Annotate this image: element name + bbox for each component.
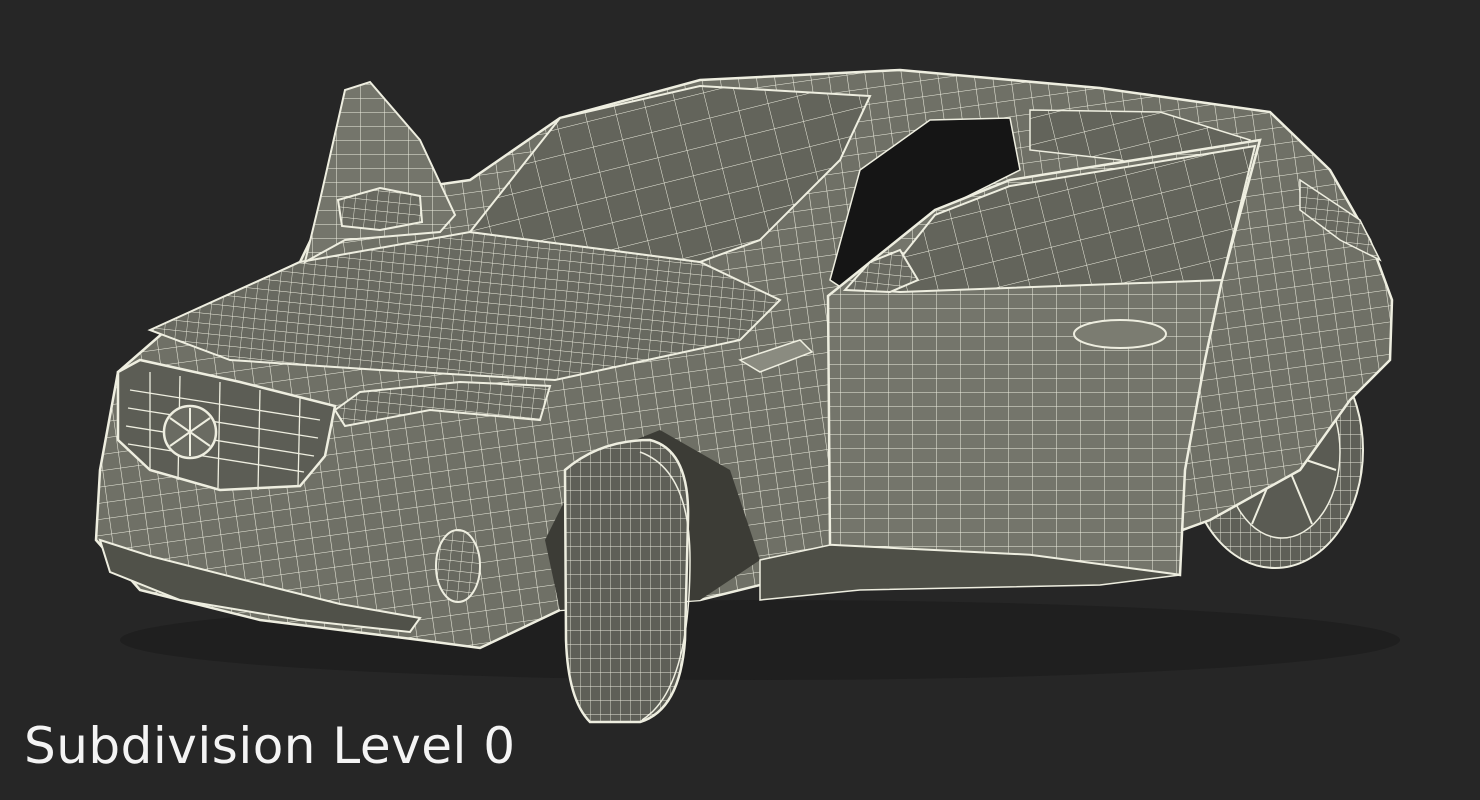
door-handle xyxy=(1073,319,1167,349)
car-wireframe-render xyxy=(94,68,1400,724)
front-wheel xyxy=(563,438,691,724)
fog-light xyxy=(435,529,481,603)
viewport: Subdivision Level 0 xyxy=(0,0,1480,800)
subdivision-level-caption: Subdivision Level 0 xyxy=(24,717,516,775)
